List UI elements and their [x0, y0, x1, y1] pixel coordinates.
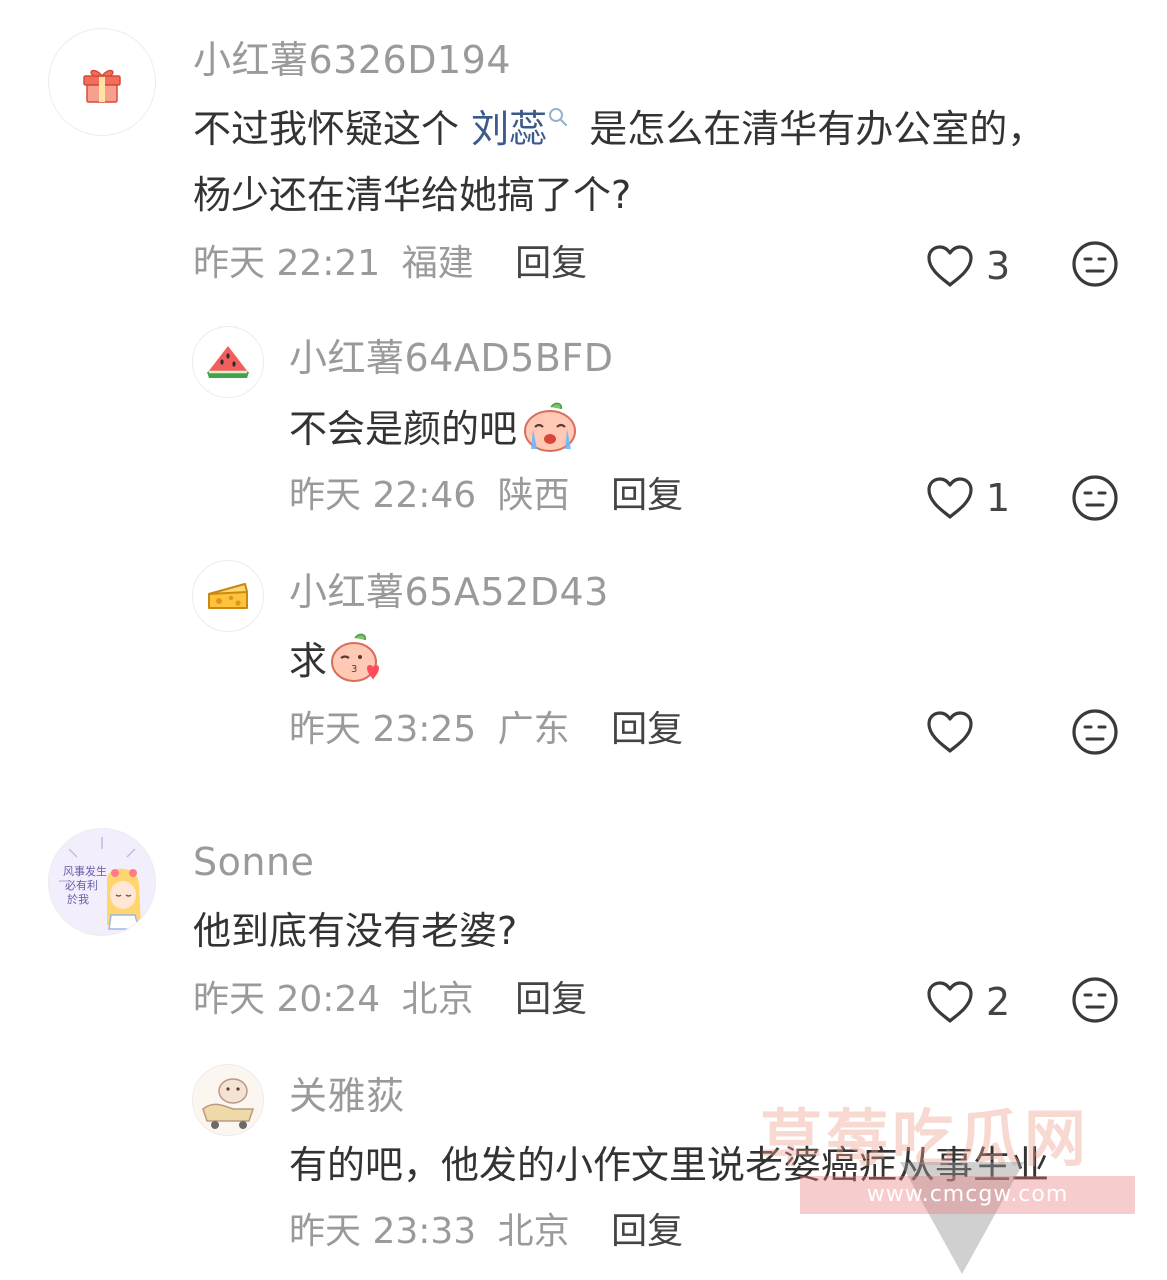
comment-location: 福建 — [401, 243, 474, 284]
reply-button[interactable]: 回复 — [611, 1211, 683, 1252]
cheese-icon — [208, 583, 248, 609]
username[interactable]: 小红薯64AD5BFD — [289, 336, 613, 380]
comment-text-part: 是怎么在清华有办公室的， — [577, 107, 1046, 151]
comment-text-content: 不会是颜的吧 — [289, 407, 518, 451]
reply-button[interactable]: 回复 — [515, 243, 587, 284]
heart-icon — [927, 981, 973, 1023]
comment-location: 北京 — [497, 1211, 570, 1252]
svg-text:3: 3 — [351, 664, 357, 675]
heart-icon — [927, 245, 973, 287]
svg-text:必有利: 必有利 — [65, 878, 98, 892]
svg-text:於我: 於我 — [67, 892, 89, 906]
avatar[interactable] — [48, 28, 156, 136]
comment-text-part: 不过我怀疑这个 — [193, 107, 472, 151]
neutral-face-icon — [1072, 709, 1118, 755]
comment-time: 昨天 23:25 — [289, 709, 477, 750]
neutral-face-icon — [1072, 977, 1118, 1023]
like-count: 3 — [986, 244, 1011, 288]
comment-location: 北京 — [401, 979, 474, 1020]
comment-text: 求 3 — [289, 628, 383, 694]
watermelon-icon — [207, 346, 249, 378]
dislike-button[interactable] — [1071, 474, 1119, 526]
username[interactable]: 小红薯65A52D43 — [289, 570, 609, 614]
dislike-button[interactable] — [1071, 976, 1119, 1028]
comment-text-line: 杨少还在清华给她搞了个? — [193, 173, 632, 217]
kiss-peach-emoji: 3 — [331, 633, 380, 682]
avatar[interactable] — [192, 326, 264, 398]
like-button[interactable]: 2 — [926, 980, 1010, 1024]
anime-girl-avatar: 风事发生 必有利 於我 — [49, 829, 155, 935]
avatar[interactable] — [192, 560, 264, 632]
comment-time: 昨天 20:24 — [193, 979, 381, 1020]
like-count: 2 — [986, 980, 1011, 1024]
gift-icon — [83, 69, 121, 103]
reply-button[interactable]: 回复 — [611, 709, 683, 750]
comment-meta: 昨天 22:21 福建 回复 — [193, 242, 587, 286]
comment-text-content: 求 — [289, 639, 328, 683]
like-count: 1 — [986, 476, 1011, 520]
dislike-button[interactable] — [1071, 240, 1119, 292]
comment-time: 昨天 22:46 — [289, 475, 477, 516]
comment-location: 陕西 — [497, 475, 570, 516]
comment-meta: 昨天 23:33 北京 回复 — [289, 1210, 683, 1254]
comment-time: 昨天 22:21 — [193, 243, 381, 284]
heart-icon — [927, 711, 973, 753]
cartoon-avatar — [193, 1065, 263, 1135]
neutral-face-icon — [1072, 241, 1118, 287]
avatar[interactable]: 风事发生 必有利 於我 — [48, 828, 156, 936]
username[interactable]: 关雅荻 — [289, 1074, 405, 1118]
neutral-face-icon — [1072, 475, 1118, 521]
like-button[interactable]: 1 — [926, 476, 1010, 520]
search-icon[interactable] — [547, 106, 569, 128]
svg-text:风事发生: 风事发生 — [63, 864, 107, 878]
comment-location: 广东 — [497, 709, 570, 750]
heart-icon — [927, 477, 973, 519]
comment-meta: 昨天 23:25 广东 回复 — [289, 708, 683, 752]
reply-button[interactable]: 回复 — [611, 475, 683, 516]
comment-text: 不会是颜的吧 — [289, 396, 579, 462]
avatar[interactable] — [192, 1064, 264, 1136]
dislike-button[interactable] — [1071, 708, 1119, 760]
like-button[interactable]: 3 — [926, 244, 1010, 288]
comment-meta: 昨天 22:46 陕西 回复 — [289, 474, 683, 518]
comment-text: 不过我怀疑这个 刘蕊 是怎么在清华有办公室的， — [193, 96, 1045, 162]
reply-button[interactable]: 回复 — [515, 979, 587, 1020]
username[interactable]: 小红薯6326D194 — [193, 38, 511, 82]
like-button[interactable] — [926, 710, 986, 754]
watermark-url: www.cmcgw.com — [800, 1176, 1135, 1214]
comment-time: 昨天 23:33 — [289, 1211, 477, 1252]
mention-link[interactable]: 刘蕊 — [471, 107, 547, 151]
crying-peach-emoji — [524, 402, 577, 452]
comment-meta: 昨天 20:24 北京 回复 — [193, 978, 587, 1022]
username[interactable]: Sonne — [193, 840, 314, 884]
comment-text: 他到底有没有老婆? — [193, 909, 518, 953]
